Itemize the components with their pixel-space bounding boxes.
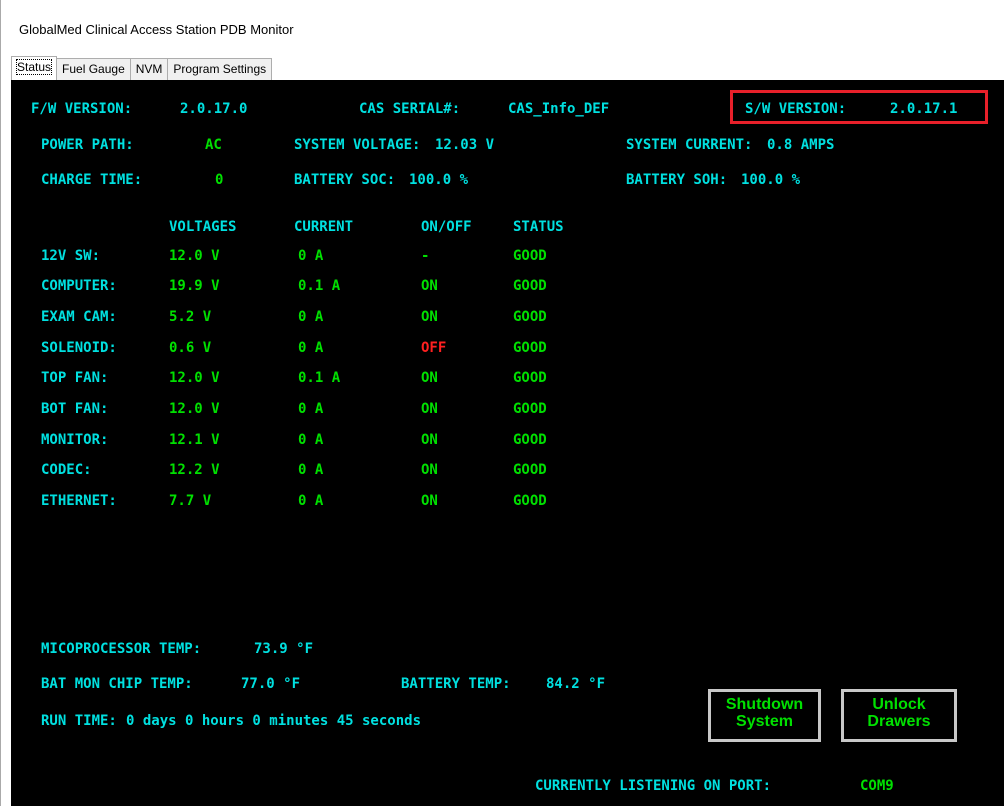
row-onoff: ON — [421, 432, 438, 448]
row-current: 0 A — [298, 462, 324, 478]
row-voltage: 0.6 V — [169, 340, 212, 356]
tab-nvm-label: NVM — [135, 62, 163, 76]
battery-temp-label: BATTERY TEMP: — [401, 676, 511, 692]
micro-temp-label: MICOPROCESSOR TEMP: — [41, 641, 202, 657]
tab-status-label: Status — [15, 59, 53, 75]
row-current: 0 A — [298, 493, 324, 509]
batmon-temp-value: 77.0 °F — [241, 676, 301, 692]
row-status: GOOD — [513, 432, 547, 448]
tab-status[interactable]: Status — [11, 56, 58, 80]
shutdown-button-line2: System — [736, 713, 793, 730]
row-onoff: ON — [421, 462, 438, 478]
unlock-button-line1: Unlock — [872, 696, 926, 713]
row-voltage: 12.2 V — [169, 462, 220, 478]
row-status: GOOD — [513, 370, 547, 386]
fw-version-value: 2.0.17.0 — [180, 101, 248, 117]
row-status: GOOD — [513, 493, 547, 509]
row-current: 0.1 A — [298, 370, 341, 386]
row-current: 0 A — [298, 309, 324, 325]
status-panel: F/W VERSION: 2.0.17.0 CAS SERIAL#: CAS_I… — [11, 80, 1004, 806]
row-name: CODEC: — [41, 462, 92, 478]
row-name: COMPUTER: — [41, 278, 117, 294]
tab-nvm[interactable]: NVM — [129, 58, 169, 80]
app-window: GlobalMed Clinical Access Station PDB Mo… — [0, 0, 1004, 806]
system-voltage-value: 12.03 V — [435, 137, 495, 153]
batmon-temp-label: BAT MON CHIP TEMP: — [41, 676, 193, 692]
row-onoff: - — [421, 248, 430, 264]
power-path-value: AC — [205, 137, 222, 153]
row-status: GOOD — [513, 309, 547, 325]
row-onoff: ON — [421, 370, 438, 386]
row-onoff: ON — [421, 309, 438, 325]
row-status: GOOD — [513, 248, 547, 264]
charge-time-value: 0 — [215, 172, 224, 188]
system-current-label: SYSTEM CURRENT: — [626, 137, 753, 153]
battery-soc-label: BATTERY SOC: — [294, 172, 396, 188]
unlock-button-line2: Drawers — [867, 713, 931, 730]
row-status: GOOD — [513, 340, 547, 356]
row-status: GOOD — [513, 401, 547, 417]
tab-fuel-gauge-label: Fuel Gauge — [62, 62, 125, 76]
row-name: TOP FAN: — [41, 370, 109, 386]
battery-soh-label: BATTERY SOH: — [626, 172, 728, 188]
row-voltage: 7.7 V — [169, 493, 212, 509]
sw-version-value: 2.0.17.1 — [890, 101, 958, 117]
row-status: GOOD — [513, 462, 547, 478]
col-header-current: CURRENT — [294, 219, 354, 235]
row-name: MONITOR: — [41, 432, 109, 448]
row-current: 0 A — [298, 248, 324, 264]
row-onoff: ON — [421, 401, 438, 417]
tab-fuel-gauge[interactable]: Fuel Gauge — [56, 58, 131, 80]
row-voltage: 12.0 V — [169, 370, 220, 386]
col-header-status: STATUS — [513, 219, 564, 235]
row-onoff: ON — [421, 278, 438, 294]
window-title: GlobalMed Clinical Access Station PDB Mo… — [19, 22, 294, 37]
run-time-value: 0 days 0 hours 0 minutes 45 seconds — [126, 713, 422, 729]
row-name: 12V SW: — [41, 248, 101, 264]
tab-strip: Status Fuel Gauge NVM Program Settings — [11, 56, 273, 80]
listening-port-label: CURRENTLY LISTENING ON PORT: — [535, 778, 772, 794]
power-path-label: POWER PATH: — [41, 137, 134, 153]
row-status: GOOD — [513, 278, 547, 294]
row-onoff: ON — [421, 493, 438, 509]
system-voltage-label: SYSTEM VOLTAGE: — [294, 137, 421, 153]
charge-time-label: CHARGE TIME: — [41, 172, 143, 188]
row-name: BOT FAN: — [41, 401, 109, 417]
shutdown-system-button[interactable]: Shutdown System — [708, 689, 821, 742]
row-current: 0 A — [298, 340, 324, 356]
row-current: 0 A — [298, 401, 324, 417]
listening-port-value: COM9 — [860, 778, 894, 794]
battery-soc-value: 100.0 % — [409, 172, 469, 188]
row-current: 0 A — [298, 432, 324, 448]
cas-serial-value: CAS_Info_DEF — [508, 101, 610, 117]
system-current-value: 0.8 AMPS — [767, 137, 835, 153]
unlock-drawers-button[interactable]: Unlock Drawers — [841, 689, 957, 742]
cas-serial-label: CAS SERIAL#: — [359, 101, 461, 117]
col-header-onoff: ON/OFF — [421, 219, 472, 235]
run-time-label: RUN TIME: — [41, 713, 117, 729]
battery-temp-value: 84.2 °F — [546, 676, 606, 692]
row-name: SOLENOID: — [41, 340, 117, 356]
tab-program-settings-label: Program Settings — [173, 62, 267, 76]
row-current: 0.1 A — [298, 278, 341, 294]
row-name: EXAM CAM: — [41, 309, 117, 325]
row-voltage: 12.1 V — [169, 432, 220, 448]
title-bar: GlobalMed Clinical Access Station PDB Mo… — [1, 0, 1004, 52]
row-name: ETHERNET: — [41, 493, 117, 509]
row-onoff: OFF — [421, 340, 447, 356]
row-voltage: 12.0 V — [169, 401, 220, 417]
sw-version-label: S/W VERSION: — [745, 101, 847, 117]
shutdown-button-line1: Shutdown — [725, 696, 804, 713]
row-voltage: 12.0 V — [169, 248, 220, 264]
micro-temp-value: 73.9 °F — [254, 641, 314, 657]
battery-soh-value: 100.0 % — [741, 172, 801, 188]
tab-program-settings[interactable]: Program Settings — [167, 58, 273, 80]
col-header-voltages: VOLTAGES — [169, 219, 237, 235]
row-voltage: 19.9 V — [169, 278, 220, 294]
row-voltage: 5.2 V — [169, 309, 212, 325]
fw-version-label: F/W VERSION: — [31, 101, 133, 117]
